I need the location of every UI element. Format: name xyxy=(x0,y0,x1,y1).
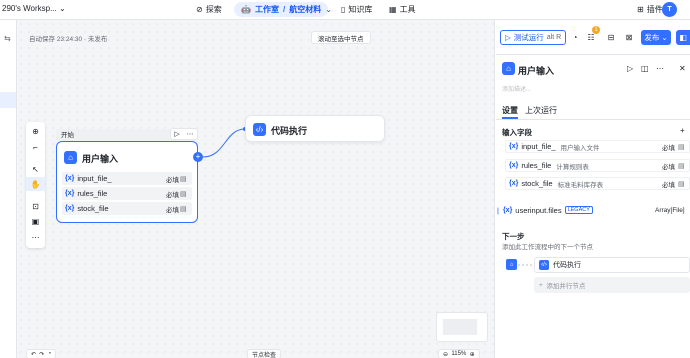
zoom-level: 115% xyxy=(451,351,467,357)
home-icon: ⌂ xyxy=(64,151,77,164)
field-description: 计算规则表 xyxy=(556,163,589,171)
play-icon: ▷ xyxy=(505,33,511,42)
variable-icon: {x} xyxy=(65,205,75,212)
sidebar-toggle-icon[interactable]: ◧ xyxy=(676,30,690,45)
play-icon[interactable]: ▷ xyxy=(627,64,633,73)
history-icon[interactable]: ◔ xyxy=(569,31,581,44)
required-label: 必填 xyxy=(166,191,179,199)
panel-node-title: 用户输入 xyxy=(518,66,555,76)
next-step-subtitle: 添加此工作流程中的下一个节点 xyxy=(502,244,593,251)
code-node-title: 代码执行 xyxy=(271,126,308,136)
layout-icon[interactable]: ⊡ xyxy=(26,199,45,213)
zoom-out-icon[interactable]: ⊖ xyxy=(443,351,448,358)
issue-badge: 1 xyxy=(592,26,600,34)
publish-button[interactable]: 发布 ⌄ xyxy=(641,30,671,45)
start-node-tools: ▷ ⋯ xyxy=(170,128,198,140)
image-icon[interactable]: ▣ xyxy=(26,214,45,228)
minimap[interactable] xyxy=(436,312,488,342)
add-node-icon[interactable]: ⊕ xyxy=(26,124,45,138)
test-run-label: 测试运行 xyxy=(513,33,544,42)
input-field-row[interactable]: {x} input_file_ 用户输入文件 必填 ▤ xyxy=(505,140,690,153)
variable-icon: {x} xyxy=(509,162,519,169)
export-icon[interactable]: ⊟ xyxy=(605,31,617,44)
input-fields-title: 输入字段 xyxy=(502,128,532,137)
close-icon[interactable]: ✕ xyxy=(679,64,686,73)
chevron-down-icon: ⌄ xyxy=(661,33,668,42)
field-name: rules_file xyxy=(77,189,108,198)
required-label: 必填 xyxy=(166,176,179,184)
shortcut-label: alt R xyxy=(546,34,562,41)
document-icon: ▤ xyxy=(180,190,187,198)
input-field-row[interactable]: {x} rules_file 计算规则表 必填 ▤ xyxy=(505,159,690,172)
legacy-variable-row: | {x} userinput.files LEGACY Array[File] xyxy=(497,205,685,215)
canvas-toolbar: ⊕ ⌐ ↖ ✋ ⊡ ▣ ⋯ xyxy=(26,122,45,248)
legacy-variable-type: Array[File] xyxy=(655,206,685,214)
play-icon[interactable]: ▷ xyxy=(174,130,179,138)
hand-icon[interactable]: ✋ xyxy=(26,177,45,191)
legacy-variable-name: userinput.files xyxy=(515,205,562,215)
start-field-row: {x} input_file_ 必填 ▤ xyxy=(62,172,192,185)
variable-icon: {x} xyxy=(65,190,75,197)
more-icon[interactable]: ⋯ xyxy=(187,130,194,138)
variable-icon: {x} xyxy=(509,180,519,187)
history-icon[interactable]: ◔ xyxy=(48,351,52,357)
test-run-button[interactable]: ▷ 测试运行 alt R xyxy=(500,30,566,45)
add-parallel-node-button[interactable]: + 添加并行节点 xyxy=(534,277,690,293)
more-icon[interactable]: ⋯ xyxy=(656,64,664,73)
document-icon: ▤ xyxy=(180,205,187,213)
close-box-icon[interactable]: ⊠ xyxy=(623,31,635,44)
field-name: stock_file xyxy=(77,204,109,213)
code-icon: ‹/› xyxy=(253,123,266,136)
field-name: rules_file xyxy=(521,161,552,170)
document-icon: ▤ xyxy=(678,143,685,151)
add-icon[interactable]: + xyxy=(680,126,685,135)
add-icon: + xyxy=(539,281,543,289)
document-icon: ▤ xyxy=(180,175,187,183)
required-label: 必填 xyxy=(166,206,179,214)
legacy-tag: LEGACY xyxy=(564,206,593,214)
code-icon: ‹/› xyxy=(539,260,549,270)
node-check-button[interactable]: 节点检查 xyxy=(247,349,282,358)
pointer-icon[interactable]: ↖ xyxy=(26,162,45,176)
field-name: input_file_ xyxy=(77,174,112,183)
next-node-item[interactable]: ‹/› 代码执行 xyxy=(534,257,690,273)
add-next-handle[interactable]: + xyxy=(193,152,203,162)
more-icon[interactable]: ⋯ xyxy=(26,230,45,244)
field-description: 用户输入文件 xyxy=(560,144,600,152)
undo-redo-controls: ↶ ↷ ◔ xyxy=(26,349,57,358)
tab-settings[interactable]: 设置 xyxy=(502,105,518,116)
document-icon: ▤ xyxy=(678,180,685,188)
zoom-in-icon[interactable]: ⊕ xyxy=(470,351,475,358)
home-icon: ⌂ xyxy=(506,259,517,270)
required-label: 必填 xyxy=(662,181,675,189)
start-field-row: {x} rules_file 必填 ▤ xyxy=(62,187,192,200)
zoom-control: ⊖ 115% ⊕ xyxy=(438,349,480,358)
input-field-row[interactable]: {x} stock_file 标准毛料库存表 必填 ▤ xyxy=(505,177,690,190)
undo-icon[interactable]: ↶ xyxy=(31,351,36,358)
description-input[interactable]: 添加描述... xyxy=(502,84,531,93)
redo-icon[interactable]: ↷ xyxy=(39,351,44,358)
field-name: stock_file xyxy=(521,179,553,188)
field-name: input_file_ xyxy=(521,142,556,151)
add-parallel-label: 添加并行节点 xyxy=(546,283,586,290)
note-icon[interactable]: ⌐ xyxy=(26,140,45,154)
start-field-row: {x} stock_file 必填 ▤ xyxy=(62,202,192,215)
publish-label: 发布 xyxy=(644,33,660,42)
next-node-title: 代码执行 xyxy=(553,262,581,269)
required-label: 必填 xyxy=(662,144,675,152)
variable-icon: {x} xyxy=(65,175,75,182)
variable-icon: | xyxy=(497,205,499,215)
document-icon: ▤ xyxy=(678,162,685,170)
start-node-title: 用户输入 xyxy=(82,154,119,164)
variable-icon: {x} xyxy=(509,143,519,150)
split-view-icon[interactable]: ◫ xyxy=(641,64,649,73)
home-icon: ⌂ xyxy=(502,62,515,75)
code-node[interactable]: ‹/› 代码执行 xyxy=(245,115,385,142)
field-description: 标准毛料库存表 xyxy=(557,181,604,189)
tab-last-run[interactable]: 上次运行 xyxy=(525,105,557,116)
required-label: 必填 xyxy=(662,163,675,171)
